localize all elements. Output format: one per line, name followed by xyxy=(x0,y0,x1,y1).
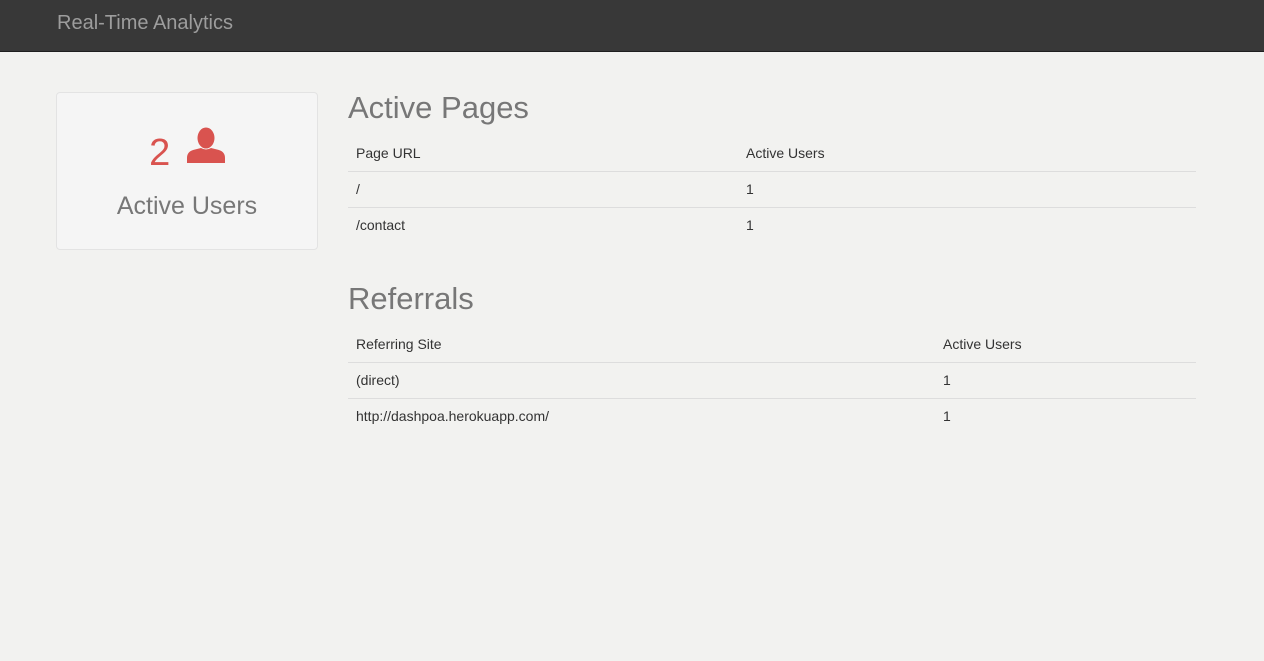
referrals-title: Referrals xyxy=(348,281,474,316)
navbar-brand[interactable]: Real-Time Analytics xyxy=(57,11,233,35)
active-users-cell: 1 xyxy=(738,206,1196,243)
table-row: http://dashpoa.herokuapp.com/ 1 xyxy=(348,397,1196,434)
table-row: / 1 xyxy=(348,170,1196,207)
active-users-count: 2 xyxy=(149,131,171,174)
active-pages-table: Page URL Active Users / 1 /contact 1 xyxy=(348,135,1196,243)
column-header-page-url: Page URL xyxy=(356,144,421,161)
user-icon xyxy=(186,127,225,173)
page-url-cell: /contact xyxy=(348,206,738,243)
column-header-referring-site: Referring Site xyxy=(356,335,442,352)
referrals-table: Referring Site Active Users (direct) 1 h… xyxy=(348,326,1196,434)
active-users-count-row: 2 xyxy=(57,127,317,176)
page-url-cell: / xyxy=(348,170,738,207)
active-users-panel: 2 Active Users xyxy=(56,92,318,250)
column-header-active-users: Active Users xyxy=(943,335,1022,352)
referring-site-cell: (direct) xyxy=(348,361,935,398)
column-header-active-users: Active Users xyxy=(746,144,825,161)
active-users-cell: 1 xyxy=(935,361,1196,398)
table-header-row: Page URL Active Users xyxy=(348,135,1196,171)
active-users-label: Active Users xyxy=(116,192,258,220)
table-row: /contact 1 xyxy=(348,206,1196,243)
table-row: (direct) 1 xyxy=(348,361,1196,398)
table-header-row: Referring Site Active Users xyxy=(348,326,1196,362)
active-pages-title: Active Pages xyxy=(348,90,529,125)
active-users-cell: 1 xyxy=(738,170,1196,207)
top-navbar: Real-Time Analytics xyxy=(0,0,1264,52)
referring-site-cell: http://dashpoa.herokuapp.com/ xyxy=(348,397,935,434)
active-users-cell: 1 xyxy=(935,397,1196,434)
